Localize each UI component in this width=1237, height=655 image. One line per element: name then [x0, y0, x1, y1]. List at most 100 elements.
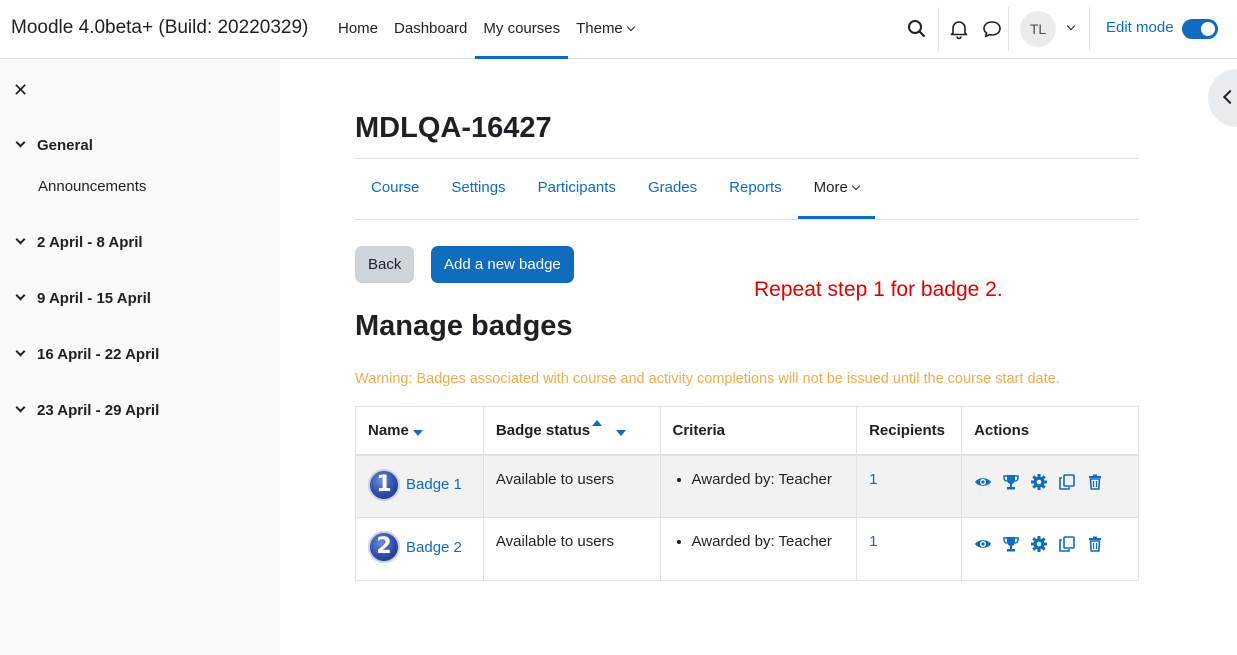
- warning-notice: Warning: Badges associated with course a…: [355, 371, 1060, 387]
- criteria-list: Awarded by: Teacher: [673, 471, 845, 488]
- chevron-left-icon: [1222, 89, 1237, 105]
- badge-actions-cell: [961, 517, 1139, 581]
- actions-group: [974, 471, 1126, 491]
- section-general[interactable]: General: [14, 137, 93, 154]
- chevron-down-icon[interactable]: [15, 290, 26, 301]
- actions-group: [974, 533, 1126, 553]
- navbar-divider: [1089, 7, 1090, 51]
- badge-recipients-cell: 1: [856, 454, 963, 518]
- badge-name-cell: 1 Badge 1: [355, 454, 484, 518]
- section-week-2[interactable]: 9 April - 15 April: [14, 290, 151, 307]
- course-index-drawer: ✕ General Announcements 2 April - 8 Apri…: [0, 60, 280, 655]
- edit-mode-label: Edit mode: [1106, 19, 1174, 36]
- tab-reports[interactable]: Reports: [713, 159, 798, 219]
- trophy-icon[interactable]: [1002, 535, 1020, 553]
- trash-icon[interactable]: [1086, 535, 1104, 553]
- copy-icon[interactable]: [1058, 473, 1076, 491]
- toggle-knob: [1201, 22, 1215, 36]
- table-header-row: Name Badge status Criteria Recipients Ac…: [355, 406, 1139, 456]
- sort-desc-icon: [616, 429, 627, 436]
- chevron-down-icon[interactable]: [15, 346, 26, 357]
- badge-name-link[interactable]: Badge 1: [406, 476, 462, 493]
- badge-criteria-cell: Awarded by: Teacher: [659, 454, 858, 518]
- badge-name-wrapper: 2 Badge 2: [368, 531, 471, 563]
- eye-icon[interactable]: [974, 535, 992, 553]
- criteria-item: Awarded by: Teacher: [692, 533, 845, 550]
- section-label: 16 April - 22 April: [37, 346, 160, 363]
- navbar-divider: [1008, 7, 1009, 51]
- recipients-link[interactable]: 1: [869, 471, 877, 488]
- chevron-down-icon[interactable]: [15, 137, 26, 148]
- section-week-1[interactable]: 2 April - 8 April: [14, 234, 143, 251]
- drawer-item-announcements[interactable]: Announcements: [38, 178, 146, 195]
- eye-icon[interactable]: [974, 473, 992, 491]
- chat-bubble-icon[interactable]: [980, 17, 1004, 41]
- badge-name-wrapper: 1 Badge 1: [368, 468, 471, 501]
- section-week-4[interactable]: 23 April - 29 April: [14, 402, 159, 419]
- bell-icon[interactable]: [947, 17, 971, 41]
- nav-theme-dropdown[interactable]: Theme: [568, 0, 642, 59]
- site-brand[interactable]: Moodle 4.0beta+ (Build: 20220329): [11, 17, 308, 39]
- badge-image: 2: [368, 531, 400, 563]
- criteria-item: Awarded by: Teacher: [692, 471, 845, 488]
- tab-grades[interactable]: Grades: [632, 159, 713, 219]
- section-week-3[interactable]: 16 April - 22 April: [14, 346, 159, 363]
- back-button[interactable]: Back: [355, 246, 415, 283]
- trophy-icon[interactable]: [1002, 473, 1020, 491]
- header-label: Name: [368, 421, 409, 439]
- section-label: 9 April - 15 April: [37, 290, 151, 307]
- nav-home[interactable]: Home: [330, 0, 386, 59]
- tab-course[interactable]: Course: [355, 159, 435, 219]
- badge-name-link[interactable]: Badge 2: [406, 539, 462, 556]
- top-navbar: Moodle 4.0beta+ (Build: 20220329) Home D…: [0, 0, 1237, 59]
- badge-criteria-cell: Awarded by: Teacher: [659, 517, 858, 581]
- tab-more-label: More: [813, 179, 848, 196]
- tab-participants[interactable]: Participants: [522, 159, 632, 219]
- user-avatar[interactable]: TL: [1020, 11, 1056, 47]
- column-header-criteria: Criteria: [659, 406, 858, 456]
- chevron-down-icon[interactable]: [15, 402, 26, 413]
- chevron-down-icon[interactable]: [1066, 21, 1076, 31]
- close-icon[interactable]: ✕: [13, 80, 28, 101]
- badge-actions-cell: [961, 454, 1139, 518]
- chevron-down-icon[interactable]: [15, 234, 26, 245]
- tab-more-dropdown[interactable]: More: [797, 159, 875, 219]
- badge-name-cell: 2 Badge 2: [355, 517, 484, 581]
- gear-icon[interactable]: [1030, 473, 1048, 491]
- trash-icon[interactable]: [1086, 473, 1104, 491]
- navbar-divider: [938, 7, 939, 51]
- badge-recipients-cell: 1: [856, 517, 963, 581]
- table-row: 1 Badge 1 Available to users Awarded by:…: [355, 454, 1139, 518]
- chevron-down-icon: [626, 22, 636, 32]
- gear-icon[interactable]: [1030, 535, 1048, 553]
- nav-my-courses[interactable]: My courses: [475, 0, 569, 59]
- badges-table: Name Badge status Criteria Recipients Ac…: [355, 406, 1139, 581]
- column-header-recipients: Recipients: [856, 406, 963, 456]
- column-header-actions: Actions: [961, 406, 1139, 456]
- section-label: 2 April - 8 April: [37, 234, 143, 251]
- column-header-status[interactable]: Badge status: [482, 406, 661, 456]
- add-new-badge-button[interactable]: Add a new badge: [431, 246, 574, 283]
- badge-status-cell: Available to users: [482, 517, 661, 581]
- copy-icon[interactable]: [1058, 535, 1076, 553]
- search-icon[interactable]: [905, 17, 929, 41]
- sort-desc-icon: [412, 429, 423, 436]
- page-heading: Manage badges: [355, 310, 573, 342]
- edit-mode-toggle[interactable]: [1182, 19, 1218, 39]
- instruction-annotation: Repeat step 1 for badge 2.: [754, 278, 1003, 301]
- tab-settings[interactable]: Settings: [435, 159, 521, 219]
- header-label: Badge status: [495, 421, 591, 439]
- recipients-link[interactable]: 1: [869, 533, 877, 550]
- section-label: General: [37, 137, 93, 154]
- chevron-down-icon: [851, 181, 861, 191]
- section-label: 23 April - 29 April: [37, 402, 160, 419]
- badge-image: 1: [368, 468, 400, 501]
- open-block-drawer-button[interactable]: [1208, 69, 1237, 127]
- course-secondary-nav: Course Settings Participants Grades Repo…: [355, 158, 1139, 220]
- criteria-list: Awarded by: Teacher: [673, 533, 845, 550]
- primary-nav: Home Dashboard My courses Theme: [330, 0, 642, 59]
- nav-dashboard[interactable]: Dashboard: [386, 0, 475, 59]
- badge-status-cell: Available to users: [482, 454, 661, 518]
- course-title: MDLQA-16427: [355, 112, 552, 144]
- column-header-name[interactable]: Name: [355, 406, 484, 456]
